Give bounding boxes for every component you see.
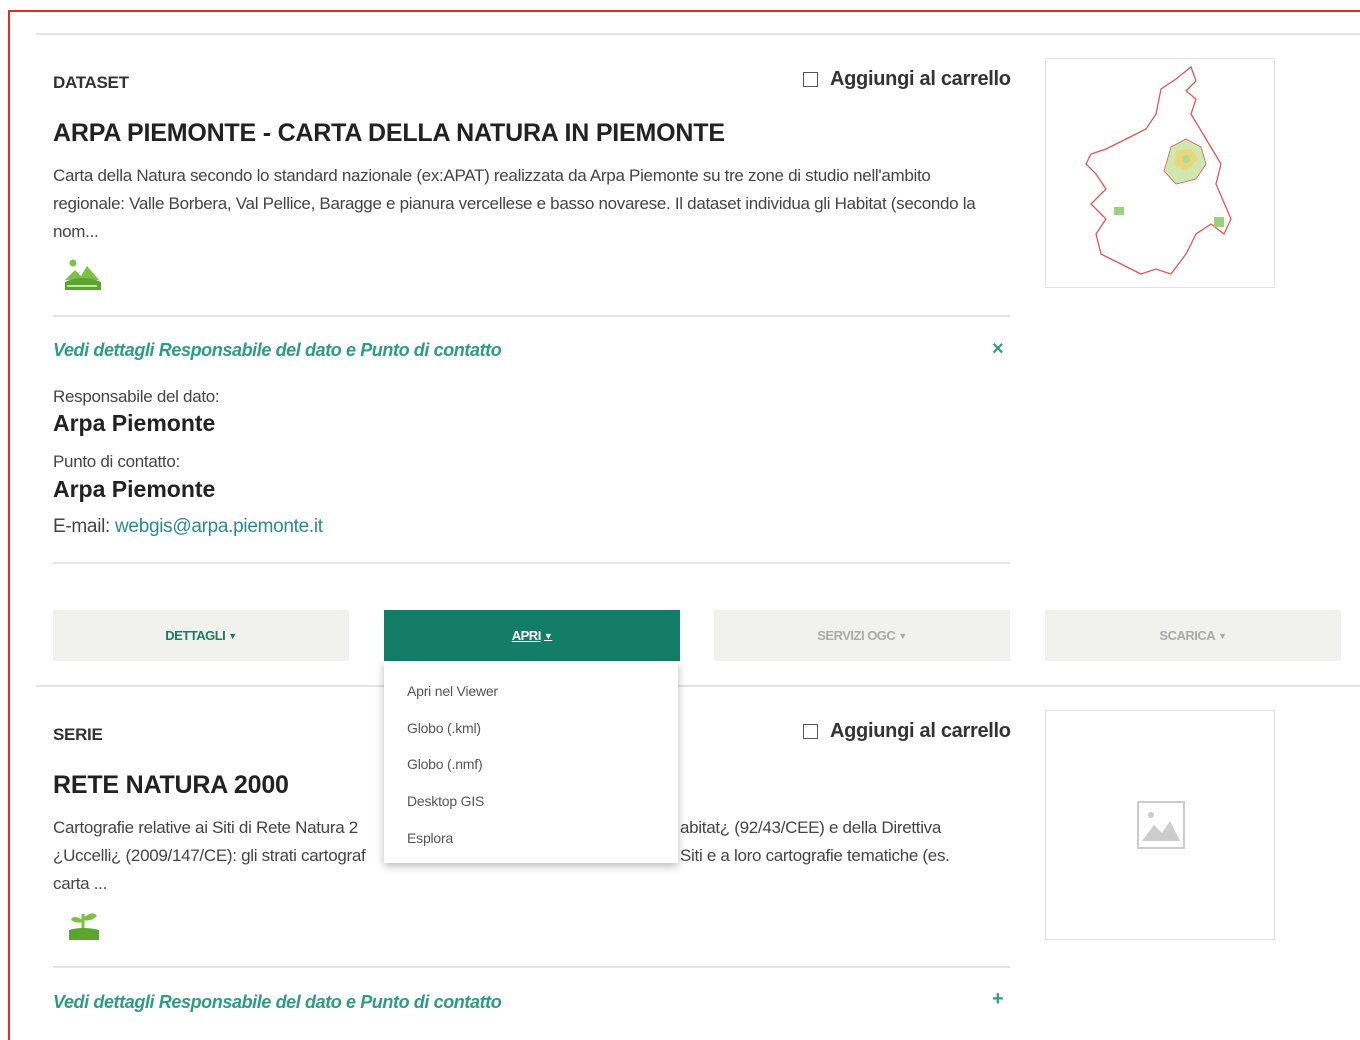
serie-description-line: Siti e a loro cartografie tematiche (es. bbox=[680, 846, 950, 865]
section-divider bbox=[53, 562, 1010, 564]
apri-button[interactable]: APRI ▼ bbox=[384, 610, 680, 661]
serie-description-line: abitat¿ (92/43/CEE) e della Direttiva bbox=[680, 818, 942, 837]
details-contact-link[interactable]: Vedi dettagli Responsabile del dato e Pu… bbox=[53, 992, 502, 1013]
serie-description-line: carta ... bbox=[53, 874, 107, 893]
add-to-cart-label: Aggiungi al carrello bbox=[830, 720, 1011, 742]
plant-theme-icon bbox=[69, 913, 99, 940]
top-divider bbox=[36, 33, 1360, 35]
caret-down-icon: ▼ bbox=[228, 630, 237, 641]
scarica-button[interactable]: SCARICA ▼ bbox=[1045, 610, 1341, 661]
serie-description-line: Cartografie relative ai Siti di Rete Nat… bbox=[53, 818, 358, 837]
close-details-icon[interactable]: × bbox=[992, 338, 1004, 361]
email-label: E-mail: bbox=[53, 516, 115, 537]
dataset-type-label: DATASET bbox=[53, 73, 129, 92]
record-divider bbox=[36, 685, 1360, 687]
expand-details-icon[interactable]: + bbox=[992, 988, 1004, 1011]
caret-down-icon: ▼ bbox=[1218, 630, 1227, 641]
dataset-thumbnail-map[interactable] bbox=[1045, 58, 1275, 288]
servizi-label: SERVIZI OGC bbox=[817, 628, 896, 643]
checkbox-box[interactable] bbox=[803, 72, 818, 87]
menu-item-globo-kml[interactable]: Globo (.kml) bbox=[407, 720, 481, 736]
add-to-cart-checkbox[interactable]: Aggiungi al carrello bbox=[803, 68, 1011, 91]
image-placeholder-icon bbox=[1137, 801, 1185, 849]
menu-item-viewer[interactable]: Apri nel Viewer bbox=[407, 683, 498, 699]
dettagli-label: DETTAGLI bbox=[165, 628, 226, 643]
contact-name: Arpa Piemonte bbox=[53, 476, 216, 502]
menu-item-desktop-gis[interactable]: Desktop GIS bbox=[407, 793, 484, 809]
contact-label: Punto di contatto: bbox=[53, 452, 180, 471]
piemonte-map-graphic bbox=[1085, 65, 1232, 275]
caret-down-icon: ▼ bbox=[898, 630, 907, 641]
scarica-label: SCARICA bbox=[1159, 628, 1216, 643]
menu-item-esplora[interactable]: Esplora bbox=[407, 830, 453, 846]
add-to-cart-label: Aggiungi al carrello bbox=[830, 68, 1011, 90]
email-line: E-mail: webgis@arpa.piemonte.it bbox=[53, 516, 323, 538]
dataset-description: Carta della Natura secondo lo standard n… bbox=[53, 166, 976, 241]
apri-label: APRI bbox=[511, 628, 542, 643]
servizi-ogc-button[interactable]: SERVIZI OGC ▼ bbox=[714, 610, 1010, 661]
serie-type-label: SERIE bbox=[53, 725, 103, 744]
section-divider bbox=[53, 315, 1010, 317]
serie-title[interactable]: RETE NATURA 2000 bbox=[53, 771, 289, 800]
details-contact-link[interactable]: Vedi dettagli Responsabile del dato e Pu… bbox=[53, 340, 502, 361]
responsible-name: Arpa Piemonte bbox=[53, 410, 216, 436]
serie-thumbnail-placeholder[interactable] bbox=[1045, 710, 1275, 940]
landscape-theme-icon bbox=[65, 259, 101, 290]
section-divider bbox=[53, 966, 1010, 968]
serie-description-line: ¿Uccelli¿ (2009/147/CE): gli strati cart… bbox=[53, 846, 366, 865]
dettagli-button[interactable]: DETTAGLI ▼ bbox=[53, 610, 349, 661]
dataset-title[interactable]: ARPA PIEMONTE - CARTA DELLA NATURA IN PI… bbox=[53, 119, 725, 148]
responsible-label: Responsabile del dato: bbox=[53, 387, 220, 406]
apri-dropdown-menu: Apri nel Viewer Globo (.kml) Globo (.nmf… bbox=[384, 661, 678, 863]
email-link[interactable]: webgis@arpa.piemonte.it bbox=[115, 516, 323, 537]
menu-item-globo-nmf[interactable]: Globo (.nmf) bbox=[407, 756, 483, 772]
add-to-cart-checkbox[interactable]: Aggiungi al carrello bbox=[803, 720, 1011, 743]
caret-down-icon: ▼ bbox=[543, 630, 553, 641]
checkbox-box[interactable] bbox=[803, 724, 818, 739]
